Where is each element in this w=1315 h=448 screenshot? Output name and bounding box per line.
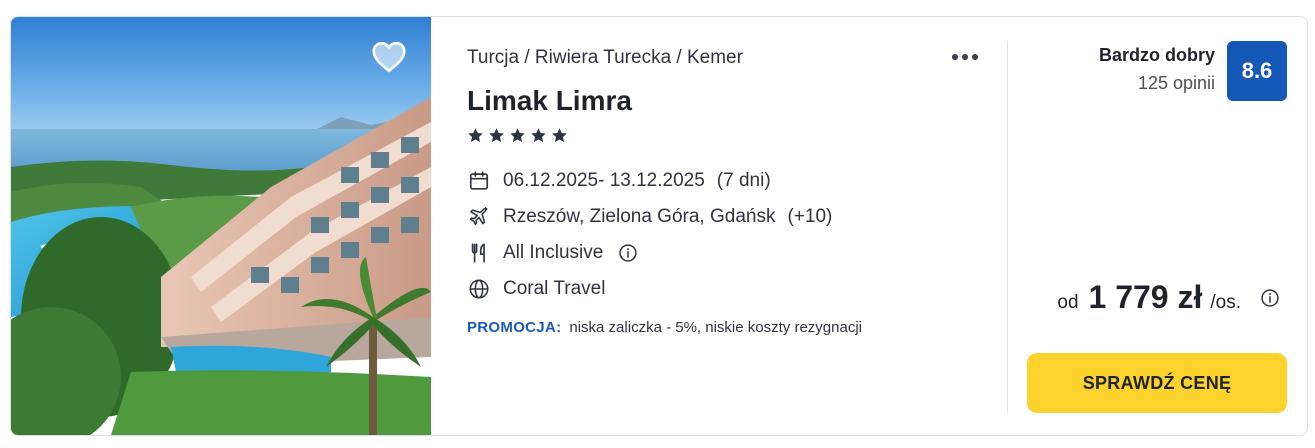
column-divider <box>1007 41 1008 413</box>
more-options-button[interactable] <box>947 45 983 69</box>
more-dots-icon <box>952 54 958 60</box>
more-dots-icon <box>972 54 978 60</box>
departure-more-link[interactable]: (+10) <box>787 206 832 228</box>
price-block: od 1 779 zł /os. <box>1057 279 1281 316</box>
favorite-button[interactable] <box>369 37 409 77</box>
price-suffix: /os. <box>1210 292 1241 313</box>
rating-label: Bardzo dobry <box>1098 45 1215 65</box>
more-dots-icon <box>962 54 968 60</box>
hotel-name[interactable]: Limak Limra <box>467 85 632 117</box>
star-icon <box>552 128 567 143</box>
price-info-icon[interactable] <box>1259 287 1281 309</box>
rating-count[interactable]: 125 opinii <box>1138 73 1215 94</box>
operator-row: Coral Travel <box>467 277 605 301</box>
star-icon <box>468 128 483 143</box>
hotel-stars <box>467 127 568 144</box>
hotel-photo-image <box>11 17 431 435</box>
board-info-icon[interactable] <box>617 242 639 264</box>
globe-icon <box>467 277 491 301</box>
promo-line: PROMOCJA: niska zaliczka - 5%, niskie kos… <box>467 319 862 336</box>
hotel-photo[interactable] <box>11 17 431 435</box>
plane-icon <box>467 205 491 229</box>
breadcrumb[interactable]: Turcja / Riwiera Turecka / Kemer <box>467 47 743 69</box>
check-price-button[interactable]: SPRAWDŹ CENĘ <box>1027 353 1287 413</box>
star-icon <box>531 128 546 143</box>
board-row: All Inclusive <box>467 241 639 265</box>
promo-label: PROMOCJA: <box>467 319 562 336</box>
rating-score-badge: 8.6 <box>1227 41 1287 101</box>
calendar-icon <box>467 169 491 193</box>
offer-card[interactable]: Turcja / Riwiera Turecka / Kemer Limak L… <box>10 16 1308 436</box>
operator-label: Coral Travel <box>503 278 606 299</box>
price-amount: 1 779 zł <box>1088 279 1203 315</box>
heart-icon <box>372 41 406 73</box>
promo-text: niska zaliczka - 5%, niskie koszty rezyg… <box>569 319 862 336</box>
dates-duration: (7 dni) <box>716 170 771 191</box>
price-prefix: od <box>1057 292 1079 313</box>
dates-range: 06.12.2025- 13.12.2025 <box>503 170 705 191</box>
star-icon <box>489 128 504 143</box>
board-label: All Inclusive <box>503 242 604 263</box>
star-icon <box>510 128 525 143</box>
offer-info: Turcja / Riwiera Turecka / Kemer Limak L… <box>467 17 987 435</box>
dates-row: 06.12.2025- 13.12.2025 (7 dni) <box>467 169 771 193</box>
utensils-icon <box>467 241 491 265</box>
departure-cities: Rzeszów, Zielona Góra, Gdańsk <box>503 206 776 227</box>
departure-row: Rzeszów, Zielona Góra, Gdańsk (+10) <box>467 205 832 229</box>
